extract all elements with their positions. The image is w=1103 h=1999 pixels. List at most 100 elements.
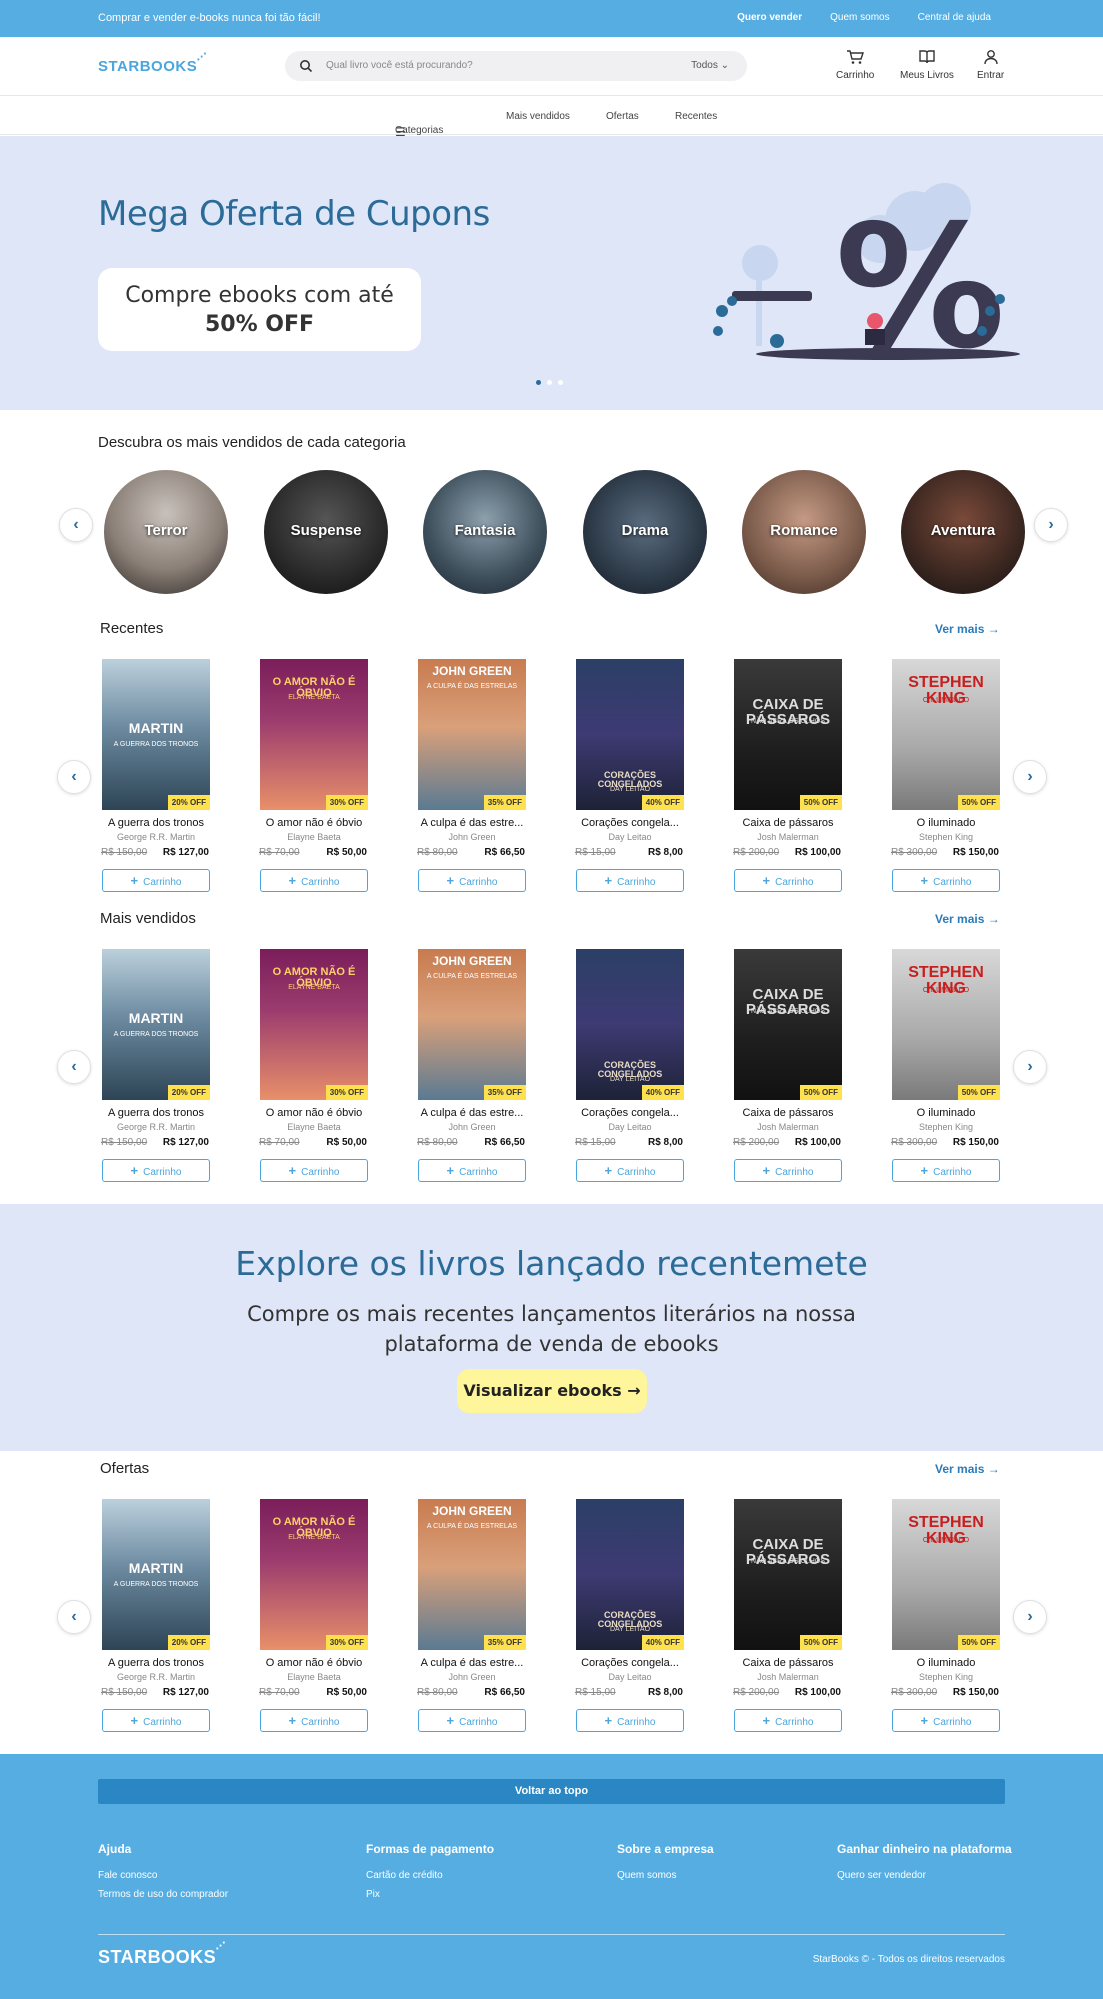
product-title[interactable]: Corações congela... xyxy=(575,817,685,829)
product-card[interactable]: STEPHEN KING O ILUMINADO 50% OFF O ilumi… xyxy=(891,1499,1001,1739)
product-card[interactable]: O AMOR NÃO É ÓBVIO ELAYNE BAETA 30% OFF … xyxy=(259,949,369,1189)
category-fantasy[interactable]: Fantasia xyxy=(423,470,547,594)
recent-next-button[interactable]: › xyxy=(1013,760,1047,794)
footer-link[interactable]: Pix xyxy=(366,1889,494,1900)
search-bar[interactable]: Qual livro você está procurando? Todos ⌄ xyxy=(285,51,747,81)
footer-logo[interactable]: STARBOOKS ⋰ xyxy=(98,1941,226,1968)
product-title[interactable]: O amor não é óbvio xyxy=(259,1657,369,1669)
book-cover[interactable]: O AMOR NÃO É ÓBVIO ELAYNE BAETA 30% OFF xyxy=(260,1499,368,1650)
product-card[interactable]: CAIXA DE PÁSSAROS NÃO ABRA OS OLHOS 50% … xyxy=(733,949,843,1189)
footer-link[interactable]: Cartão de crédito xyxy=(366,1870,494,1881)
book-cover[interactable]: STEPHEN KING O ILUMINADO 50% OFF xyxy=(892,659,1000,810)
book-cover[interactable]: CAIXA DE PÁSSAROS NÃO ABRA OS OLHOS 50% … xyxy=(734,659,842,810)
product-title[interactable]: O iluminado xyxy=(891,817,1001,829)
product-card[interactable]: CAIXA DE PÁSSAROS NÃO ABRA OS OLHOS 50% … xyxy=(733,659,843,899)
carousel-dot[interactable] xyxy=(547,380,552,385)
product-card[interactable]: CAIXA DE PÁSSAROS NÃO ABRA OS OLHOS 50% … xyxy=(733,1499,843,1739)
product-title[interactable]: A culpa é das estre... xyxy=(417,1107,527,1119)
add-to-cart-button[interactable]: + Carrinho xyxy=(260,1709,368,1732)
add-to-cart-button[interactable]: + Carrinho xyxy=(892,869,1000,892)
see-more-offers[interactable]: Ver mais → xyxy=(935,1462,1000,1476)
book-cover[interactable]: STEPHEN KING O ILUMINADO 50% OFF xyxy=(892,1499,1000,1650)
footer-link[interactable]: Quero ser vendedor xyxy=(837,1870,1012,1881)
product-title[interactable]: Corações congela... xyxy=(575,1657,685,1669)
search-input[interactable]: Qual livro você está procurando? xyxy=(326,60,473,71)
category-terror[interactable]: Terror xyxy=(104,470,228,594)
product-title[interactable]: A culpa é das estre... xyxy=(417,1657,527,1669)
product-card[interactable]: CORAÇÕES CONGELADOS DAY LEITAO 40% OFF C… xyxy=(575,659,685,899)
offers-prev-button[interactable]: ‹ xyxy=(57,1600,91,1634)
category-adventure[interactable]: Aventura xyxy=(901,470,1025,594)
book-cover[interactable]: O AMOR NÃO É ÓBVIO ELAYNE BAETA 30% OFF xyxy=(260,659,368,810)
book-cover[interactable]: CAIXA DE PÁSSAROS NÃO ABRA OS OLHOS 50% … xyxy=(734,949,842,1100)
my-books-button[interactable]: Meus Livros xyxy=(900,49,954,81)
book-cover[interactable]: STEPHEN KING O ILUMINADO 50% OFF xyxy=(892,949,1000,1100)
product-card[interactable]: MARTIN A GUERRA DOS TRONOS 20% OFF A gue… xyxy=(101,949,211,1189)
book-cover[interactable]: MARTIN A GUERRA DOS TRONOS 20% OFF xyxy=(102,659,210,810)
add-to-cart-button[interactable]: + Carrinho xyxy=(576,1709,684,1732)
link-sell[interactable]: Quero vender xyxy=(737,12,802,23)
book-cover[interactable]: JOHN GREEN A CULPA É DAS ESTRELAS 35% OF… xyxy=(418,659,526,810)
offers-next-button[interactable]: › xyxy=(1013,1600,1047,1634)
product-card[interactable]: STEPHEN KING O ILUMINADO 50% OFF O ilumi… xyxy=(891,949,1001,1189)
product-title[interactable]: Corações congela... xyxy=(575,1107,685,1119)
product-title[interactable]: Caixa de pássaros xyxy=(733,1107,843,1119)
bestsellers-prev-button[interactable]: ‹ xyxy=(57,1050,91,1084)
nav-bestsellers[interactable]: Mais vendidos xyxy=(506,111,570,122)
product-card[interactable]: O AMOR NÃO É ÓBVIO ELAYNE BAETA 30% OFF … xyxy=(259,659,369,899)
book-cover[interactable]: O AMOR NÃO É ÓBVIO ELAYNE BAETA 30% OFF xyxy=(260,949,368,1100)
product-title[interactable]: O iluminado xyxy=(891,1657,1001,1669)
back-to-top-button[interactable]: Voltar ao topo xyxy=(98,1779,1005,1804)
add-to-cart-button[interactable]: + Carrinho xyxy=(734,869,842,892)
product-title[interactable]: A culpa é das estre... xyxy=(417,817,527,829)
nav-offers[interactable]: Ofertas xyxy=(606,111,639,122)
footer-link[interactable]: Fale conosco xyxy=(98,1870,228,1881)
product-card[interactable]: MARTIN A GUERRA DOS TRONOS 20% OFF A gue… xyxy=(101,659,211,899)
login-button[interactable]: Entrar xyxy=(977,49,1004,81)
product-title[interactable]: O iluminado xyxy=(891,1107,1001,1119)
product-title[interactable]: O amor não é óbvio xyxy=(259,1107,369,1119)
book-cover[interactable]: CAIXA DE PÁSSAROS NÃO ABRA OS OLHOS 50% … xyxy=(734,1499,842,1650)
link-about[interactable]: Quem somos xyxy=(830,12,889,23)
add-to-cart-button[interactable]: + Carrinho xyxy=(576,869,684,892)
add-to-cart-button[interactable]: + Carrinho xyxy=(102,1159,210,1182)
category-drama[interactable]: Drama xyxy=(583,470,707,594)
add-to-cart-button[interactable]: + Carrinho xyxy=(892,1709,1000,1732)
product-title[interactable]: A guerra dos tronos xyxy=(101,1657,211,1669)
book-cover[interactable]: MARTIN A GUERRA DOS TRONOS 20% OFF xyxy=(102,1499,210,1650)
product-title[interactable]: A guerra dos tronos xyxy=(101,817,211,829)
add-to-cart-button[interactable]: + Carrinho xyxy=(260,869,368,892)
add-to-cart-button[interactable]: + Carrinho xyxy=(734,1709,842,1732)
product-card[interactable]: JOHN GREEN A CULPA É DAS ESTRELAS 35% OF… xyxy=(417,949,527,1189)
carousel-dot[interactable] xyxy=(536,380,541,385)
product-card[interactable]: JOHN GREEN A CULPA É DAS ESTRELAS 35% OF… xyxy=(417,1499,527,1739)
categories-prev-button[interactable]: ‹ xyxy=(59,508,93,542)
nav-recent[interactable]: Recentes xyxy=(675,111,717,122)
add-to-cart-button[interactable]: + Carrinho xyxy=(576,1159,684,1182)
product-card[interactable]: JOHN GREEN A CULPA É DAS ESTRELAS 35% OF… xyxy=(417,659,527,899)
book-cover[interactable]: JOHN GREEN A CULPA É DAS ESTRELAS 35% OF… xyxy=(418,949,526,1100)
product-card[interactable]: MARTIN A GUERRA DOS TRONOS 20% OFF A gue… xyxy=(101,1499,211,1739)
product-title[interactable]: Caixa de pássaros xyxy=(733,1657,843,1669)
footer-link[interactable]: Termos de uso do comprador xyxy=(98,1889,228,1900)
product-card[interactable]: O AMOR NÃO É ÓBVIO ELAYNE BAETA 30% OFF … xyxy=(259,1499,369,1739)
category-suspense[interactable]: Suspense xyxy=(264,470,388,594)
add-to-cart-button[interactable]: + Carrinho xyxy=(734,1159,842,1182)
book-cover[interactable]: CORAÇÕES CONGELADOS DAY LEITAO 40% OFF xyxy=(576,949,684,1100)
add-to-cart-button[interactable]: + Carrinho xyxy=(418,1709,526,1732)
product-title[interactable]: Caixa de pássaros xyxy=(733,817,843,829)
product-title[interactable]: O amor não é óbvio xyxy=(259,817,369,829)
see-more-recent[interactable]: Ver mais → xyxy=(935,622,1000,636)
recent-prev-button[interactable]: ‹ xyxy=(57,760,91,794)
footer-link[interactable]: Quem somos xyxy=(617,1870,714,1881)
see-more-bestsellers[interactable]: Ver mais → xyxy=(935,912,1000,926)
add-to-cart-button[interactable]: + Carrinho xyxy=(102,869,210,892)
book-cover[interactable]: CORAÇÕES CONGELADOS DAY LEITAO 40% OFF xyxy=(576,659,684,810)
book-cover[interactable]: JOHN GREEN A CULPA É DAS ESTRELAS 35% OF… xyxy=(418,1499,526,1650)
add-to-cart-button[interactable]: + Carrinho xyxy=(418,1159,526,1182)
search-filter-select[interactable]: Todos ⌄ xyxy=(691,60,729,71)
bestsellers-next-button[interactable]: › xyxy=(1013,1050,1047,1084)
book-cover[interactable]: CORAÇÕES CONGELADOS DAY LEITAO 40% OFF xyxy=(576,1499,684,1650)
product-card[interactable]: CORAÇÕES CONGELADOS DAY LEITAO 40% OFF C… xyxy=(575,1499,685,1739)
product-card[interactable]: CORAÇÕES CONGELADOS DAY LEITAO 40% OFF C… xyxy=(575,949,685,1189)
